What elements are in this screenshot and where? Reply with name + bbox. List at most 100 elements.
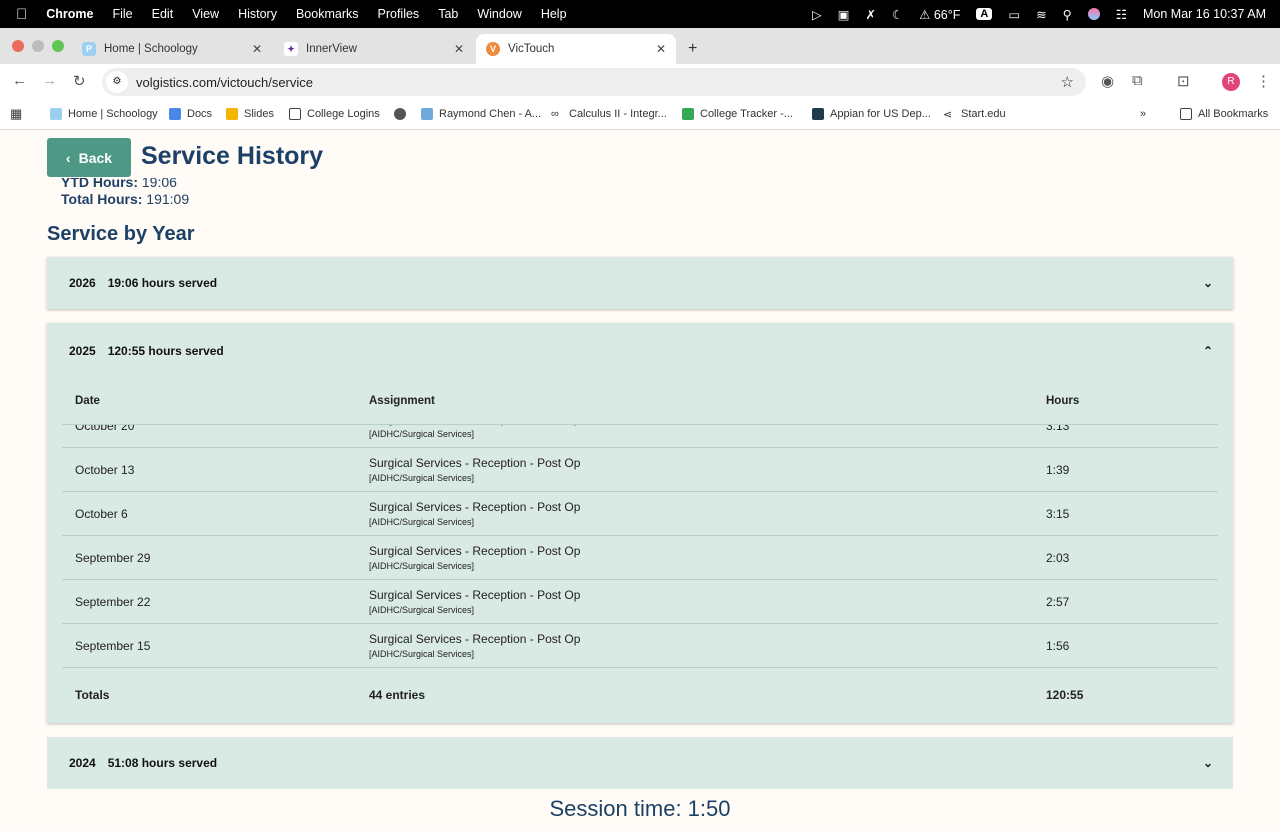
chevron-left-icon: ‹ <box>65 149 71 166</box>
menu-history[interactable]: History <box>238 7 277 21</box>
year-panel-2026[interactable]: 2026 19:06 hours served ⌄ <box>47 257 1233 309</box>
new-tab-button[interactable]: + <box>678 34 707 64</box>
menu-view[interactable]: View <box>192 7 219 21</box>
minimize-window-button[interactable] <box>32 40 44 52</box>
year-panel-header[interactable]: 2024 51:08 hours served ⌄ <box>47 737 1233 789</box>
moon-icon[interactable]: ☾ <box>892 7 903 22</box>
chrome-menu-icon[interactable]: ⋮ <box>1256 72 1271 90</box>
more-bookmarks-icon[interactable]: » <box>1140 108 1146 120</box>
siri-icon[interactable] <box>1087 8 1100 20</box>
bookmark-schoology[interactable]: Home | Schoology <box>50 108 158 120</box>
extension-icon[interactable]: ◉ <box>1101 72 1114 90</box>
bookmark-label: College Logins <box>307 108 380 120</box>
column-date[interactable]: Date <box>75 395 100 407</box>
column-assignment[interactable]: Assignment <box>369 395 435 407</box>
bookmark-label: Calculus II - Integr... <box>569 108 667 120</box>
tab-label: Home | Schoology <box>104 43 198 55</box>
table-body-scroll[interactable]: October 20 Surgical Services - Reception… <box>62 425 1218 668</box>
row-hours: 3:15 <box>1046 507 1070 521</box>
row-date: September 22 <box>75 595 151 609</box>
reload-icon[interactable]: ↻ <box>73 72 86 90</box>
year-label: 2025 <box>69 343 96 358</box>
table-row: October 6 Surgical Services - Reception … <box>62 492 1218 536</box>
profile-avatar[interactable]: R <box>1222 73 1240 91</box>
battery-icon[interactable]: ▭ <box>1008 7 1020 22</box>
bookmark-appian[interactable]: Appian for US Dep... <box>812 108 931 120</box>
bookmark-calculus[interactable]: ∞ Calculus II - Integr... <box>551 108 667 120</box>
search-icon[interactable]: ⚲ <box>1063 7 1072 22</box>
close-window-button[interactable] <box>12 40 24 52</box>
menu-tab[interactable]: Tab <box>438 7 458 21</box>
menu-file[interactable]: File <box>112 7 132 21</box>
forward-nav-icon[interactable]: → <box>42 72 57 89</box>
tab-search-icon[interactable]: ⊡ <box>1177 72 1190 90</box>
row-hours: 3:13 <box>1046 425 1070 433</box>
bookmark-slides[interactable]: Slides <box>226 108 274 120</box>
chevron-up-icon[interactable]: ⌃ <box>1203 344 1213 358</box>
all-bookmarks[interactable]: All Bookmarks <box>1180 108 1268 120</box>
bookmark-start-edu[interactable]: ⋖ Start.edu <box>943 108 1006 121</box>
zoom-window-button[interactable] <box>52 40 64 52</box>
bookmarks-bar: ▦ Home | Schoology Docs Slides College L… <box>0 100 1280 130</box>
back-button[interactable]: ‹ Back <box>47 138 131 177</box>
chevron-down-icon[interactable]: ⌄ <box>1203 756 1213 770</box>
hours-summary: YTD Hours: 19:06 Total Hours: 191:09 <box>61 174 189 208</box>
display-icon[interactable]: ▣ <box>838 7 850 22</box>
close-tab-icon[interactable]: ✕ <box>454 42 464 56</box>
column-hours[interactable]: Hours <box>1046 395 1079 407</box>
row-assignment: Surgical Services - Reception - Post Op <box>369 456 581 470</box>
input-source-icon[interactable]: A <box>976 8 993 20</box>
page-title: Service History <box>141 142 324 170</box>
apple-icon[interactable]:  <box>16 6 27 23</box>
control-center-icon[interactable]: ☷ <box>1116 7 1127 22</box>
year-label: 2026 <box>69 276 96 290</box>
row-organization: [AIDHC/Surgical Services] <box>369 605 475 615</box>
close-tab-icon[interactable]: ✕ <box>656 42 666 56</box>
url-text[interactable]: volgistics.com/victouch/service <box>136 75 313 90</box>
bookmark-star-icon[interactable]: ☆ <box>1061 73 1074 91</box>
menu-bookmarks[interactable]: Bookmarks <box>296 7 359 21</box>
globe-icon[interactable] <box>394 108 412 120</box>
menu-app[interactable]: Chrome <box>46 7 93 21</box>
year-panel-header[interactable]: 2025 120:55 hours served ⌃ <box>47 323 1233 378</box>
tab-innerview[interactable]: ✦ InnerView ✕ <box>274 34 474 64</box>
year-label: 2024 <box>69 756 96 770</box>
menu-edit[interactable]: Edit <box>152 7 174 21</box>
apps-grid-icon[interactable]: ▦ <box>10 106 22 122</box>
wifi-icon[interactable]: ≋ <box>1036 7 1046 22</box>
row-organization: [AIDHC/Surgical Services] <box>369 473 475 483</box>
play-icon[interactable]: ▷ <box>812 7 822 22</box>
year-summary: 51:08 hours served <box>107 756 218 770</box>
bookmark-docs[interactable]: Docs <box>169 108 212 120</box>
year-summary: 120:55 hours served <box>107 343 224 358</box>
row-organization: [AIDHC/Surgical Services] <box>369 561 475 571</box>
address-bar[interactable]: ⚙ volgistics.com/victouch/service ☆ <box>102 68 1086 96</box>
bookmark-raymond-chen[interactable]: Raymond Chen - A... <box>421 108 541 120</box>
extensions-puzzle-icon[interactable]: ⧉ <box>1132 72 1143 89</box>
close-tab-icon[interactable]: ✕ <box>252 42 262 56</box>
menu-help[interactable]: Help <box>541 7 567 21</box>
menu-profiles[interactable]: Profiles <box>378 7 420 21</box>
bookmark-college-logins[interactable]: College Logins <box>289 108 380 120</box>
tab-schoology[interactable]: P Home | Schoology ✕ <box>72 34 272 64</box>
row-hours: 1:56 <box>1046 639 1070 653</box>
year-panel-2024[interactable]: 2024 51:08 hours served ⌄ <box>47 737 1233 789</box>
innerview-icon: ✦ <box>284 42 298 56</box>
schoology-icon: P <box>82 42 96 56</box>
year-panel-header[interactable]: 2026 19:06 hours served ⌄ <box>47 257 1233 309</box>
row-date: September 29 <box>75 551 151 565</box>
tab-label: InnerView <box>306 43 357 55</box>
site-info-icon[interactable]: ⚙ <box>106 71 128 93</box>
chevron-down-icon[interactable]: ⌄ <box>1203 276 1213 290</box>
mute-icon[interactable]: ✗ <box>865 7 875 22</box>
back-nav-icon[interactable]: ← <box>12 72 27 89</box>
tab-victouch[interactable]: V VicTouch ✕ <box>476 34 676 64</box>
row-date: September 15 <box>75 639 151 653</box>
weather[interactable]: ⚠ 66°F <box>919 7 960 22</box>
row-organization: [AIDHC/Surgical Services] <box>369 517 475 527</box>
table-row: September 15 Surgical Services - Recepti… <box>62 624 1218 668</box>
menu-window[interactable]: Window <box>477 7 521 21</box>
victouch-icon: V <box>486 42 500 56</box>
clock[interactable]: Mon Mar 16 10:37 AM <box>1143 7 1266 21</box>
bookmark-college-tracker[interactable]: College Tracker -... <box>682 108 793 120</box>
